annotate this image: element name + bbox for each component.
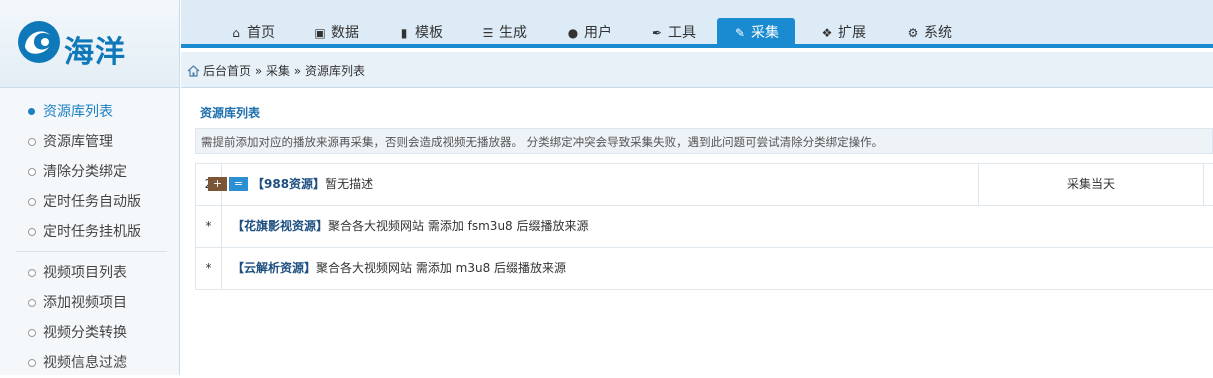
file-icon: ▮ xyxy=(400,26,408,40)
sidebar-item-info-filter[interactable]: 视频信息过滤 xyxy=(0,348,179,378)
sidebar-item-label: 视频分类转换 xyxy=(43,325,127,341)
nav-data-label: 数据 xyxy=(331,25,359,41)
resource-desc: 暂无描述 xyxy=(325,177,374,191)
nav-system[interactable]: ⚙ 系统 xyxy=(906,18,952,48)
nav-template-label: 模板 xyxy=(415,25,443,41)
nav-home[interactable]: ⌂ 首页 xyxy=(229,18,275,48)
nav-user[interactable]: ● 用户 xyxy=(566,18,612,48)
sidebar-item-cron-hang[interactable]: 定时任务挂机版 xyxy=(0,217,179,247)
row-number: * xyxy=(196,206,222,247)
sidebar-item-category-convert[interactable]: 视频分类转换 xyxy=(0,318,179,348)
user-icon: ● xyxy=(567,26,579,40)
server-icon: ☰ xyxy=(482,26,494,40)
row-number: * xyxy=(196,248,222,289)
nav-user-label: 用户 xyxy=(584,25,612,41)
nav-home-label: 首页 xyxy=(247,25,275,41)
nav-collect-label: 采集 xyxy=(751,25,779,41)
sidebar-item-label: 资源库管理 xyxy=(43,134,113,150)
sidebar-item-resource-list[interactable]: 资源库列表 xyxy=(0,97,179,127)
sidebar-divider xyxy=(16,251,167,252)
nav-extend-label: 扩展 xyxy=(838,25,866,41)
resource-name-link[interactable]: 【云解析资源】 xyxy=(232,261,316,275)
wrench-icon: ✒ xyxy=(651,26,663,40)
nav-tools[interactable]: ✒ 工具 xyxy=(650,18,696,48)
home-icon: ⌂ xyxy=(232,26,240,40)
resource-table: 2 +=【988资源】暂无描述 采集当天 * 【花旗影视资源】聚合各大视频网站 … xyxy=(195,163,1213,290)
bullet-icon xyxy=(28,168,36,176)
table-row: 2 +=【988资源】暂无描述 采集当天 xyxy=(195,164,1213,206)
bullet-icon xyxy=(28,228,36,236)
sidebar-item-label: 资源库列表 xyxy=(43,104,113,120)
sidebar-item-clear-binding[interactable]: 清除分类绑定 xyxy=(0,157,179,187)
expand-button[interactable]: + xyxy=(208,177,227,191)
sidebar-item-label: 视频项目列表 xyxy=(43,265,127,281)
nav-generate[interactable]: ☰ 生成 xyxy=(481,18,527,48)
sidebar-item-label: 视频信息过滤 xyxy=(43,355,127,371)
collect-today-link[interactable]: 采集当天 xyxy=(978,164,1204,205)
top-nav: ⌂ 首页 ▣ 数据 ▮ 模板 ☰ 生成 ● 用户 ✒ 工具 ✎ 采集 ❖ 扩展 ⚙ 系统 xyxy=(181,0,1213,48)
nav-tools-label: 工具 xyxy=(668,25,696,41)
sidebar-item-resource-manage[interactable]: 资源库管理 xyxy=(0,127,179,157)
home-icon[interactable] xyxy=(187,65,200,77)
edit-icon: ✎ xyxy=(734,26,746,40)
sidebar: 资源库列表 资源库管理 清除分类绑定 定时任务自动版 定时任务挂机版 视频项目列… xyxy=(0,88,180,375)
resource-name-link[interactable]: 【花旗影视资源】 xyxy=(232,219,328,233)
notice-banner: 需提前添加对应的播放来源再采集，否则会造成视频无播放器。 分类绑定冲突会导致采集… xyxy=(195,128,1213,154)
brand-name: 海洋 xyxy=(64,35,126,70)
logo-area: 海洋 xyxy=(0,0,180,88)
resource-name-link[interactable]: 【988资源】 xyxy=(252,177,325,191)
nav-extend[interactable]: ❖ 扩展 xyxy=(820,18,866,48)
bullet-icon xyxy=(28,108,35,115)
breadcrumb-text[interactable]: 后台首页 » 采集 » 资源库列表 xyxy=(203,64,365,78)
nav-data[interactable]: ▣ 数据 xyxy=(313,18,359,48)
breadcrumb-bar: 后台首页 » 采集 » 资源库列表 xyxy=(181,52,1213,88)
wave-logo-icon xyxy=(18,21,60,63)
bullet-icon xyxy=(28,329,36,337)
table-row: * 【云解析资源】聚合各大视频网站 需添加 m3u8 后缀播放来源 xyxy=(195,248,1213,290)
gear-icon: ⚙ xyxy=(907,26,919,40)
row-description: 【云解析资源】聚合各大视频网站 需添加 m3u8 后缀播放来源 xyxy=(232,248,566,289)
sidebar-item-label: 定时任务挂机版 xyxy=(43,224,141,240)
nav-generate-label: 生成 xyxy=(499,25,527,41)
row-description: + = 【988资源】暂无描述 xyxy=(208,164,373,205)
bullet-icon xyxy=(28,299,36,307)
resource-desc: 聚合各大视频网站 需添加 m3u8 后缀播放来源 xyxy=(316,261,567,275)
nav-template[interactable]: ▮ 模板 xyxy=(397,18,443,48)
bullet-icon xyxy=(28,359,36,367)
breadcrumb: 后台首页 » 采集 » 资源库列表 xyxy=(187,62,365,79)
nav-collect[interactable]: ✎ 采集 xyxy=(717,18,795,48)
main-content: 资源库列表 需提前添加对应的播放来源再采集，否则会造成视频无播放器。 分类绑定冲… xyxy=(181,89,1213,375)
page-title: 资源库列表 xyxy=(200,106,261,120)
bullet-icon xyxy=(28,269,36,277)
sidebar-item-label: 定时任务自动版 xyxy=(43,194,141,210)
brand-logo[interactable]: 海洋 xyxy=(16,19,136,70)
sidebar-item-add-video-project[interactable]: 添加视频项目 xyxy=(0,288,179,318)
bullet-icon xyxy=(28,138,36,146)
sidebar-item-video-projects[interactable]: 视频项目列表 xyxy=(0,258,179,288)
sidebar-item-label: 添加视频项目 xyxy=(43,295,127,311)
nav-system-label: 系统 xyxy=(924,25,952,41)
table-row: * 【花旗影视资源】聚合各大视频网站 需添加 fsm3u8 后缀播放来源 xyxy=(195,206,1213,248)
resource-desc: 聚合各大视频网站 需添加 fsm3u8 后缀播放来源 xyxy=(328,219,589,233)
bind-button[interactable]: = xyxy=(229,177,248,191)
sidebar-item-label: 清除分类绑定 xyxy=(43,164,127,180)
row-description: 【花旗影视资源】聚合各大视频网站 需添加 fsm3u8 后缀播放来源 xyxy=(232,206,589,247)
bullet-icon xyxy=(28,198,36,206)
puzzle-icon: ❖ xyxy=(821,26,833,40)
sidebar-item-cron-auto[interactable]: 定时任务自动版 xyxy=(0,187,179,217)
database-icon: ▣ xyxy=(314,26,326,40)
